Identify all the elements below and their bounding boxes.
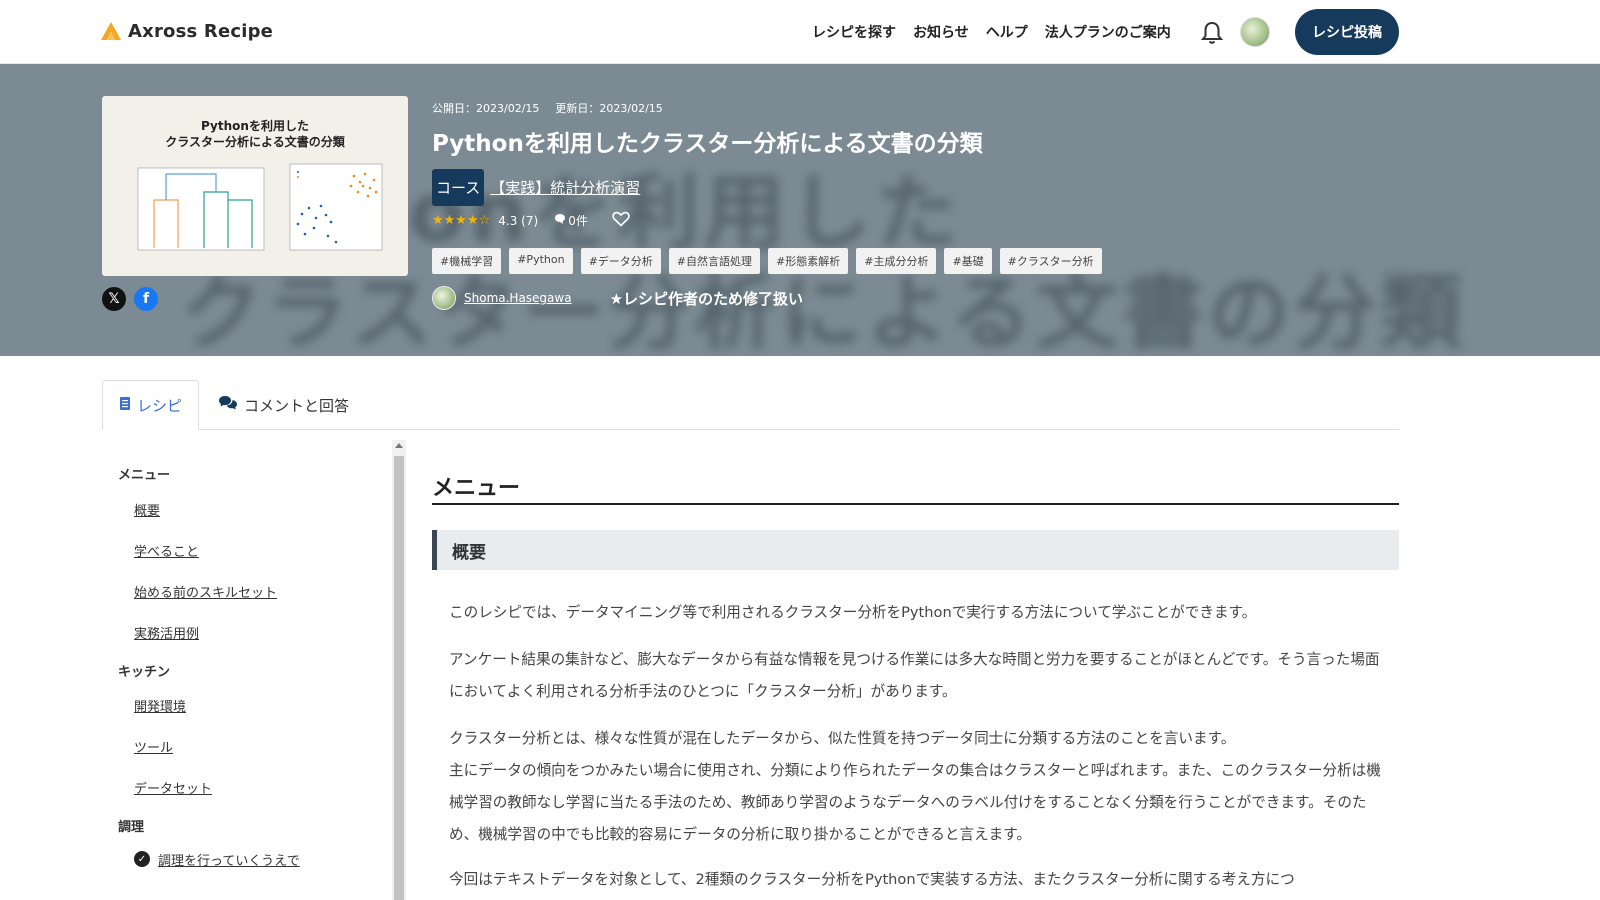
- share-x-icon[interactable]: 𝕏: [102, 287, 126, 311]
- tab-recipe-label: レシピ: [137, 396, 183, 415]
- logo-text: Axross Recipe: [128, 20, 274, 42]
- author-link[interactable]: Shoma.Hasegawa: [464, 291, 572, 305]
- updated-date: 更新日：2023/02/15: [555, 102, 663, 115]
- tag-item[interactable]: #データ分析: [580, 248, 661, 274]
- overview-paragraph: クラスター分析とは、様々な性質が混在したデータから、似た性質を持つデータ同士に分…: [449, 730, 1236, 747]
- nav-find-recipes[interactable]: レシピを探す: [812, 22, 896, 42]
- overview-heading: 概要: [432, 530, 1399, 570]
- tag-item[interactable]: #自然言語処理: [668, 248, 761, 274]
- comments-icon: [218, 395, 238, 415]
- recipe-hero: Pythonを利用した クラスター分析による文書の分類 Pythonを利用した …: [0, 64, 1600, 356]
- thumbnail-chart-illustration: [137, 163, 383, 251]
- sidebar-section-cooking: 調理: [118, 820, 145, 835]
- course-row: コース 【実践】統計分析演習: [432, 169, 640, 206]
- overview-paragraph: アンケート結果の集計など、膨大なデータから有益な情報を見つける作業には多大な時間…: [449, 651, 1380, 700]
- tag-item[interactable]: #Python: [509, 248, 573, 274]
- site-header: Axross Recipe レシピを探す お知らせ ヘルプ 法人プランのご案内 …: [0, 0, 1600, 64]
- tag-list: #機械学習 #Python #データ分析 #自然言語処理 #形態素解析 #主成分…: [432, 248, 1102, 274]
- tab-recipe[interactable]: レシピ: [102, 380, 200, 430]
- sidebar-item-use-cases[interactable]: 実務活用例: [134, 623, 199, 642]
- course-badge: コース: [432, 169, 485, 206]
- site-logo[interactable]: Axross Recipe: [100, 20, 273, 42]
- heart-icon[interactable]: [612, 211, 630, 230]
- bell-icon[interactable]: [1200, 20, 1224, 46]
- tab-comments-label: コメントと回答: [244, 396, 350, 415]
- tag-item[interactable]: #形態素解析: [768, 248, 849, 274]
- user-avatar[interactable]: [1240, 17, 1270, 47]
- recipe-thumbnail: Pythonを利用した クラスター分析による文書の分類: [102, 96, 408, 276]
- tag-item[interactable]: #機械学習: [432, 248, 502, 274]
- course-link[interactable]: 【実践】統計分析演習: [490, 177, 640, 198]
- overview-paragraph: このレシピでは、データマイニング等で利用されるクラスター分析をPythonで実行…: [449, 604, 1257, 621]
- recipe-sidebar: メニュー 概要 学べること 始める前のスキルセット 実務活用例 キッチン 開発環…: [102, 440, 392, 900]
- sidebar-scroll-thumb[interactable]: [394, 456, 404, 900]
- nav-help[interactable]: ヘルプ: [986, 22, 1028, 42]
- sidebar-item-cooking-intro[interactable]: 調理を行っていくうえで: [158, 850, 300, 869]
- tag-item[interactable]: #クラスター分析: [999, 248, 1102, 274]
- sidebar-item-skillset[interactable]: 始める前のスキルセット: [134, 582, 277, 601]
- main-nav: レシピを探す お知らせ ヘルプ 法人プランのご案内: [812, 22, 1171, 42]
- comment-bubble-icon: [554, 213, 566, 228]
- heading-divider: [432, 503, 1399, 505]
- rating-value: 4.3 (7): [498, 213, 539, 228]
- published-date: 公開日：2023/02/15: [432, 102, 540, 115]
- rating-row: ★★★★☆ 4.3 (7) 0件: [432, 211, 630, 230]
- sidebar-section-kitchen: キッチン: [118, 665, 171, 680]
- sidebar-section-menu: メニュー: [118, 468, 171, 483]
- tag-item[interactable]: #基礎: [944, 248, 992, 274]
- sidebar-item-overview[interactable]: 概要: [134, 500, 160, 519]
- recipe-dates: 公開日：2023/02/15 更新日：2023/02/15: [432, 100, 663, 116]
- document-icon: [119, 396, 131, 415]
- sidebar-item-dev-env[interactable]: 開発環境: [134, 696, 186, 715]
- tag-item[interactable]: #主成分分析: [856, 248, 937, 274]
- author-row: Shoma.Hasegawa ★レシピ作者のため修了扱い: [432, 286, 803, 310]
- overview-paragraph: 主にデータの傾向をつかみたい場合に使用され、分類により作られたデータの集合はクラ…: [449, 762, 1381, 843]
- nav-corporate-plan[interactable]: 法人プランのご案内: [1045, 22, 1171, 42]
- recipe-title: Pythonを利用したクラスター分析による文書の分類: [432, 131, 983, 157]
- post-recipe-button[interactable]: レシピ投稿: [1295, 9, 1399, 55]
- author-note: ★レシピ作者のため修了扱い: [609, 289, 804, 308]
- share-facebook-icon[interactable]: f: [134, 287, 158, 311]
- author-avatar[interactable]: [432, 286, 456, 310]
- check-circle-icon: ✓: [134, 851, 150, 867]
- overview-paragraph: 今回はテキストデータを対象として、2種類のクラスター分析をPythonで実装する…: [449, 871, 1295, 888]
- comment-count: 0件: [568, 214, 588, 228]
- logo-icon: [100, 20, 122, 42]
- sidebar-item-dataset[interactable]: データセット: [134, 778, 212, 797]
- tab-comments[interactable]: コメントと回答: [202, 380, 365, 430]
- scroll-up-arrow-icon[interactable]: [395, 443, 403, 448]
- sidebar-item-learnings[interactable]: 学べること: [134, 541, 199, 560]
- content-heading: メニュー: [432, 476, 521, 501]
- rating-stars-icon: ★★★★☆: [432, 213, 491, 228]
- sidebar-item-tools[interactable]: ツール: [134, 737, 173, 756]
- nav-news[interactable]: お知らせ: [913, 22, 969, 42]
- content-tabs: レシピ コメントと回答: [102, 380, 1399, 430]
